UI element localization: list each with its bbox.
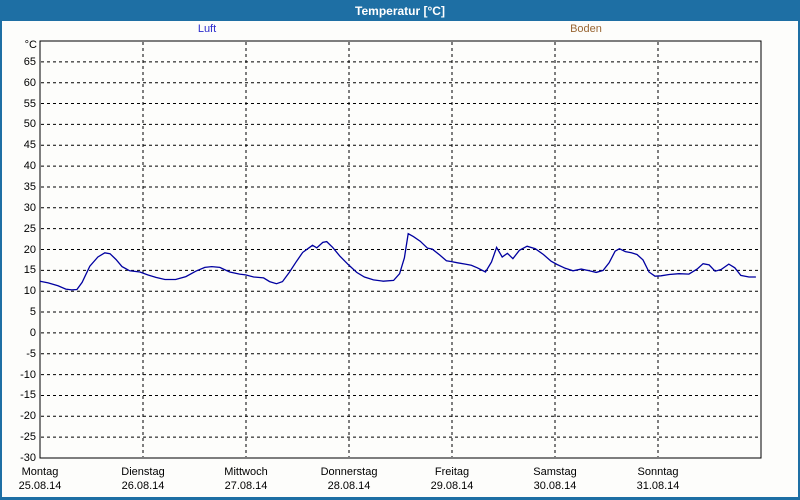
x-axis-date-label-0: 25.08.14 — [0, 480, 95, 492]
y-axis-tick-label-50: 50 — [0, 118, 36, 130]
y-axis-tick-label--5: -5 — [0, 348, 36, 360]
x-axis-day-label-0: Montag — [0, 466, 95, 478]
x-axis-date-label-6: 31.08.14 — [603, 480, 713, 492]
y-axis-tick-label--10: -10 — [0, 369, 36, 381]
x-axis-date-label-5: 30.08.14 — [500, 480, 610, 492]
y-axis-tick-label-60: 60 — [0, 77, 36, 89]
y-axis-tick-label-40: 40 — [0, 160, 36, 172]
y-axis-tick-label-45: 45 — [0, 139, 36, 151]
y-axis-tick-label-30: 30 — [0, 202, 36, 214]
y-axis-tick-label-5: 5 — [0, 306, 36, 318]
x-axis-day-label-4: Freitag — [397, 466, 507, 478]
x-axis-date-label-2: 27.08.14 — [191, 480, 301, 492]
y-axis-tick-label-10: 10 — [0, 285, 36, 297]
y-axis-tick-label-65: 65 — [0, 56, 36, 68]
y-axis-tick-label--25: -25 — [0, 431, 36, 443]
x-axis-day-label-3: Donnerstag — [294, 466, 404, 478]
temperature-line-chart — [0, 0, 800, 500]
x-axis-day-label-6: Sonntag — [603, 466, 713, 478]
y-axis-tick-label-35: 35 — [0, 181, 36, 193]
x-axis-date-label-3: 28.08.14 — [294, 480, 404, 492]
y-axis-tick-label--20: -20 — [0, 410, 36, 422]
x-axis-date-label-1: 26.08.14 — [88, 480, 198, 492]
series-line-luft — [40, 234, 756, 290]
x-axis-date-label-4: 29.08.14 — [397, 480, 507, 492]
x-axis-day-label-5: Samstag — [500, 466, 610, 478]
y-axis-tick-label-55: 55 — [0, 98, 36, 110]
y-axis-tick-label--15: -15 — [0, 389, 36, 401]
y-axis-tick-label-15: 15 — [0, 264, 36, 276]
y-axis-tick-label-20: 20 — [0, 244, 36, 256]
y-axis-unit-label: °C — [0, 39, 37, 51]
y-axis-tick-label--30: -30 — [0, 452, 36, 464]
x-axis-day-label-2: Mittwoch — [191, 466, 301, 478]
y-axis-tick-label-0: 0 — [0, 327, 36, 339]
y-axis-tick-label-25: 25 — [0, 223, 36, 235]
x-axis-day-label-1: Dienstag — [88, 466, 198, 478]
plot-frame — [40, 41, 761, 458]
